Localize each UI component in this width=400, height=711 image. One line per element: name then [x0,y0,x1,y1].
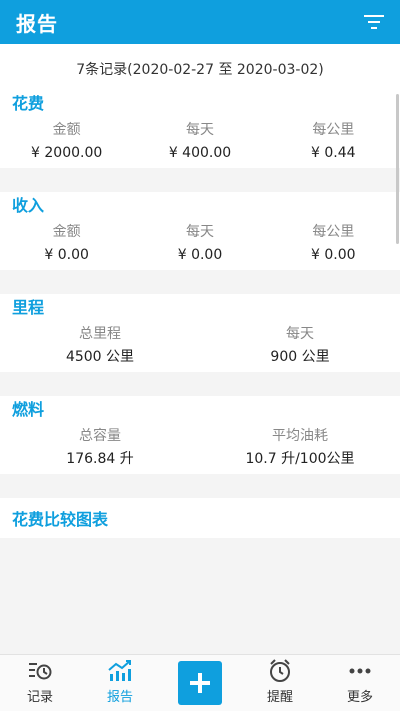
value-per-km: ¥ 0.00 [311,247,356,263]
bottom-nav: 记录 报告 提醒 更多 [0,654,400,711]
label-per-day: 每天 [286,326,314,342]
nav-item-records[interactable]: 记录 [0,655,80,711]
label-amount: 金额 [52,122,81,138]
income-section: 收入 金额 每天 每公里 ¥ 0.00 ¥ 0.00 ¥ 0.00 [0,192,400,270]
more-icon [347,658,373,684]
record-summary: 7条记录(2020-02-27 至 2020-03-02) [0,44,400,90]
nav-label: 提醒 [266,690,293,705]
alarm-icon [267,658,293,684]
nav-item-more[interactable]: 更多 [320,655,400,711]
value-total-volume: 176.84 升 [66,451,134,467]
label-per-day: 每天 [185,122,214,138]
value-per-km: ¥ 0.44 [311,145,356,161]
label-avg-consumption: 平均油耗 [272,428,328,444]
value-per-day: ¥ 400.00 [168,145,232,161]
chart-section-title: 花费比较图表 [0,498,400,538]
expense-section: 花费 金额 每天 每公里 ¥ 2000.00 ¥ 400.00 ¥ 0.44 [0,90,400,168]
filter-icon[interactable] [362,10,386,34]
section-title: 花费 [12,94,45,113]
nav-label: 报告 [106,690,133,705]
nav-label: 记录 [26,690,53,705]
value-row: 176.84 升 10.7 升/100公里 [0,448,400,474]
value-avg-consumption: 10.7 升/100公里 [245,451,355,467]
label-row: 金额 每天 每公里 [0,118,400,142]
top-app-bar: 报告 [0,0,400,44]
value-amount: ¥ 0.00 [44,247,89,263]
value-per-day: ¥ 0.00 [177,247,223,263]
label-row: 金额 每天 每公里 [0,220,400,244]
value-row: ¥ 0.00 ¥ 0.00 ¥ 0.00 [0,244,400,270]
label-total-mileage: 总里程 [79,326,121,342]
page-title: 报告 [16,11,58,36]
value-per-day: 900 公里 [270,349,330,365]
nav-item-reminders[interactable]: 提醒 [240,655,320,711]
nav-item-add[interactable] [160,655,240,711]
label-amount: 金额 [52,224,81,240]
label-total-volume: 总容量 [79,428,121,444]
label-per-km: 每公里 [312,122,355,138]
fuel-section: 燃料 总容量 平均油耗 176.84 升 10.7 升/100公里 [0,396,400,474]
label-per-day: 每天 [185,224,214,240]
value-row: 4500 公里 900 公里 [0,346,400,372]
section-title: 里程 [12,298,45,317]
add-icon [190,673,210,693]
value-row: ¥ 2000.00 ¥ 400.00 ¥ 0.44 [0,142,400,168]
section-title: 收入 [12,196,45,215]
mileage-section: 里程 总里程 每天 4500 公里 900 公里 [0,294,400,372]
label-row: 总里程 每天 [0,322,400,346]
value-amount: ¥ 2000.00 [31,145,103,161]
value-total-mileage: 4500 公里 [65,349,135,365]
report-icon [107,658,133,684]
section-title: 燃料 [12,400,45,419]
record-icon [27,658,53,684]
add-button[interactable] [178,661,222,705]
label-per-km: 每公里 [312,224,355,240]
nav-label: 更多 [346,690,373,705]
report-content[interactable]: 7条记录(2020-02-27 至 2020-03-02) 花费 金额 每天 每… [0,44,400,654]
label-row: 总容量 平均油耗 [0,424,400,448]
scrollbar[interactable] [396,94,399,244]
nav-item-report[interactable]: 报告 [80,655,160,711]
